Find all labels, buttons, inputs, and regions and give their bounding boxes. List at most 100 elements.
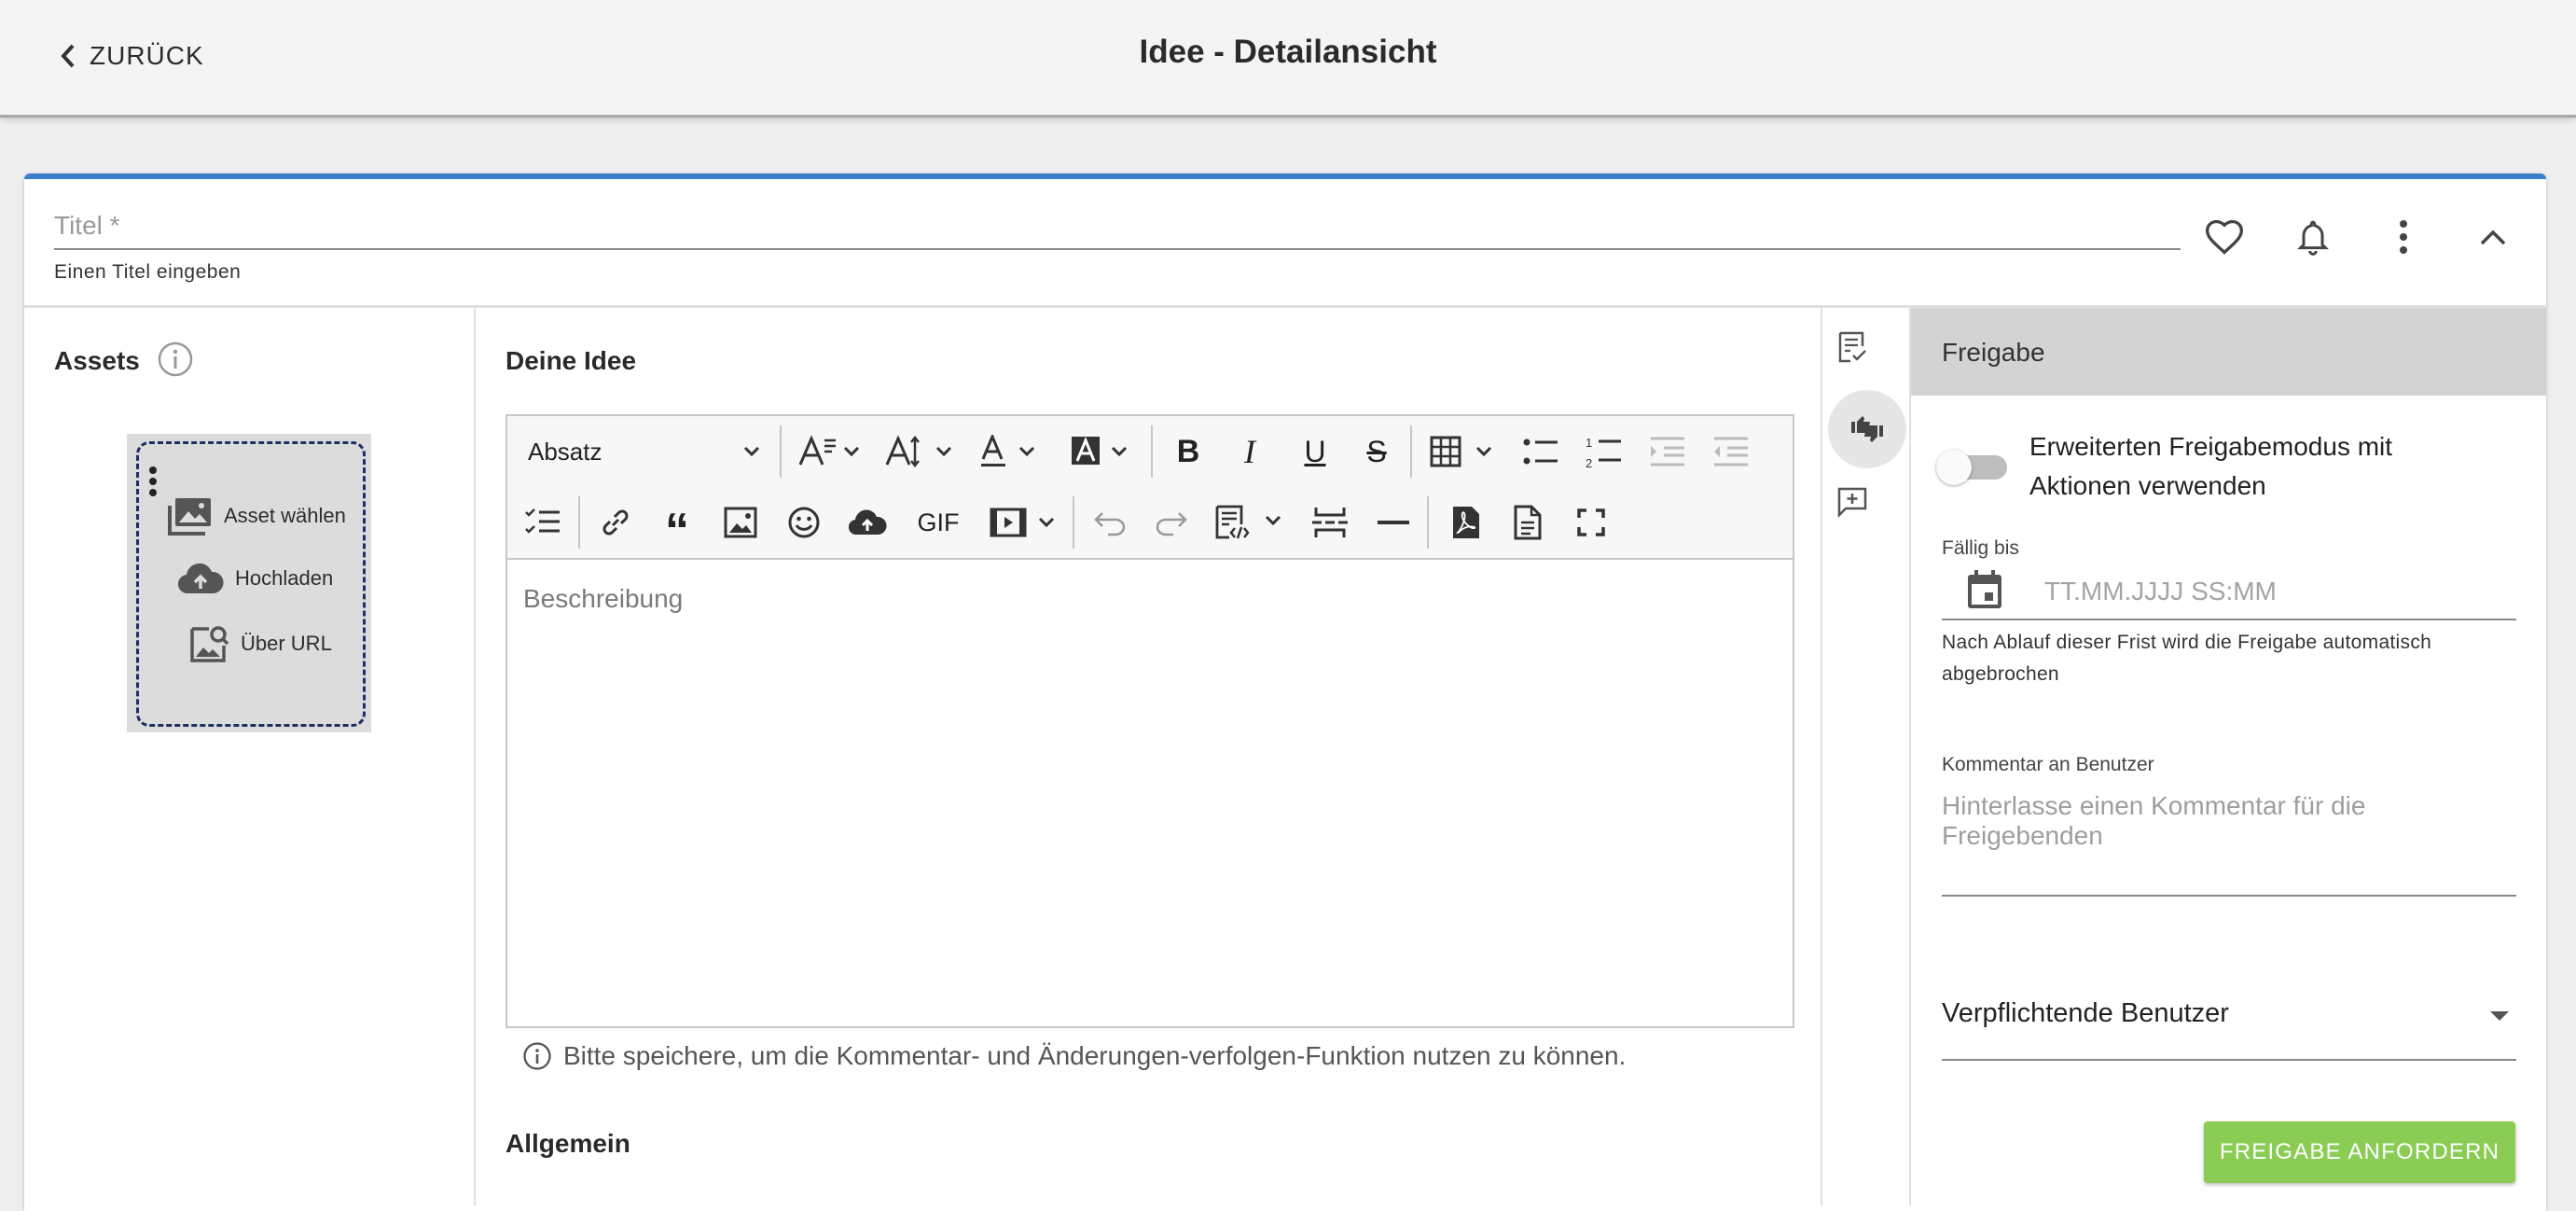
url-label: Über URL (241, 632, 332, 655)
underline-icon: U (1304, 434, 1326, 468)
date-picker-button[interactable] (1966, 569, 2007, 614)
fullscreen-button[interactable] (1569, 500, 1613, 545)
comment-input[interactable] (1942, 791, 2511, 884)
outdent-button[interactable] (1709, 429, 1753, 474)
bullet-list-icon (1523, 438, 1558, 465)
link-button[interactable] (593, 500, 638, 545)
image-stack-icon (168, 498, 211, 536)
image-icon (724, 507, 757, 538)
page-break-button[interactable] (1308, 500, 1352, 545)
horizontal-line-button[interactable] (1371, 500, 1416, 545)
fullscreen-icon (1577, 508, 1605, 536)
toolbar-separator (1410, 425, 1412, 478)
title-hint: Einen Titel eingeben (54, 261, 242, 283)
export-pdf-button[interactable] (1444, 500, 1489, 545)
italic-icon: I (1244, 433, 1255, 470)
choose-asset-label: Asset wählen (224, 504, 346, 527)
font-color-icon (981, 435, 1035, 466)
emoji-button[interactable] (782, 500, 826, 545)
general-heading: Allgemein (506, 1129, 630, 1158)
add-comment-icon (1837, 487, 1867, 518)
required-users-select[interactable]: Verpflichtende Benutzer (1942, 993, 2516, 1037)
notify-button[interactable] (2287, 211, 2339, 263)
todo-list-button[interactable] (520, 500, 565, 545)
heading-select[interactable]: Absatz (528, 429, 761, 474)
background-color-button[interactable] (1067, 429, 1138, 474)
checklist-icon (1838, 331, 1866, 363)
cloud-upload-icon (177, 563, 224, 594)
todo-list-icon (525, 508, 560, 534)
required-users-underline (1942, 1059, 2516, 1061)
undo-button[interactable] (1087, 500, 1132, 545)
font-size-button[interactable] (882, 429, 959, 474)
table-button[interactable] (1427, 429, 1502, 474)
background-color-icon (1072, 437, 1128, 465)
rail-comment-button[interactable] (1828, 478, 1877, 526)
chevron-up-icon (2480, 230, 2506, 245)
heart-icon (2206, 219, 2243, 255)
underline-button[interactable]: U (1293, 429, 1337, 474)
due-date-label: Fällig bis (1942, 537, 2019, 559)
video-icon (990, 508, 1055, 537)
rail-approval-button[interactable] (1843, 405, 1891, 453)
media-button[interactable] (989, 500, 1061, 545)
page-title: Idee - Detailansicht (1139, 34, 1437, 70)
horizontal-line-icon (1378, 521, 1409, 524)
calendar-icon (1968, 570, 2001, 608)
required-users-label: Verpflichtende Benutzer (1942, 998, 2229, 1028)
url-action[interactable]: Über URL (188, 623, 332, 664)
more-button[interactable] (2377, 211, 2430, 263)
title-input[interactable] (54, 203, 2181, 250)
blockquote-button[interactable]: “ (655, 500, 699, 558)
bullet-list-button[interactable] (1518, 429, 1563, 474)
insert-image-button[interactable] (718, 500, 763, 545)
upload-label: Hochladen (235, 566, 334, 590)
due-date-input[interactable] (2044, 573, 2511, 610)
upload-action[interactable]: Hochladen (177, 562, 333, 595)
source-button[interactable] (1212, 500, 1287, 545)
choose-asset-action[interactable]: Asset wählen (166, 496, 346, 536)
source-code-icon (1215, 505, 1281, 539)
link-icon (602, 509, 629, 536)
bold-button[interactable]: B (1166, 429, 1211, 474)
info-icon (523, 1042, 551, 1070)
italic-button[interactable]: I (1227, 429, 1272, 474)
upload-file-button[interactable] (845, 500, 890, 545)
approval-panel-title: Freigabe (1942, 338, 2045, 367)
gif-button[interactable]: GIF (910, 500, 966, 545)
numbered-list-icon: 12 (1586, 436, 1621, 469)
comment-underline (1942, 895, 2516, 897)
gif-label: GIF (917, 508, 960, 536)
request-approval-button[interactable]: FREIGABE ANFORDERN (2204, 1121, 2515, 1183)
collapse-button[interactable] (2467, 211, 2519, 263)
bold-icon: B (1176, 433, 1200, 469)
redo-icon (1156, 512, 1187, 536)
description-editor[interactable] (506, 558, 1794, 1028)
svg-text:1: 1 (1586, 436, 1592, 450)
strikethrough-button[interactable]: S (1354, 429, 1399, 474)
rail-checklist-button[interactable] (1828, 323, 1877, 371)
assets-info-button[interactable] (157, 341, 194, 378)
font-family-button[interactable] (795, 429, 867, 474)
more-vert-icon (149, 466, 157, 496)
column-divider (1821, 308, 1822, 1205)
toolbar-separator (1427, 496, 1429, 549)
toolbar-separator (1073, 496, 1074, 549)
comment-label: Kommentar an Benutzer (1942, 754, 2154, 775)
font-color-button[interactable] (977, 429, 1046, 474)
toolbar-separator (780, 425, 782, 478)
table-icon (1430, 436, 1492, 467)
favorite-button[interactable] (2198, 211, 2251, 263)
toolbar-separator (578, 496, 580, 549)
quote-icon: “ (665, 504, 689, 558)
numbered-list-button[interactable]: 12 (1582, 429, 1627, 474)
strikethrough-icon: S (1366, 434, 1387, 468)
indent-button[interactable] (1645, 429, 1690, 474)
redo-button[interactable] (1149, 500, 1194, 545)
toggle-knob[interactable] (1936, 450, 1972, 485)
export-word-button[interactable] (1505, 500, 1550, 545)
assets-heading: Assets (54, 346, 140, 375)
column-divider (474, 308, 476, 1205)
chevron-down-icon (743, 446, 760, 457)
svg-text:2: 2 (1586, 456, 1592, 469)
